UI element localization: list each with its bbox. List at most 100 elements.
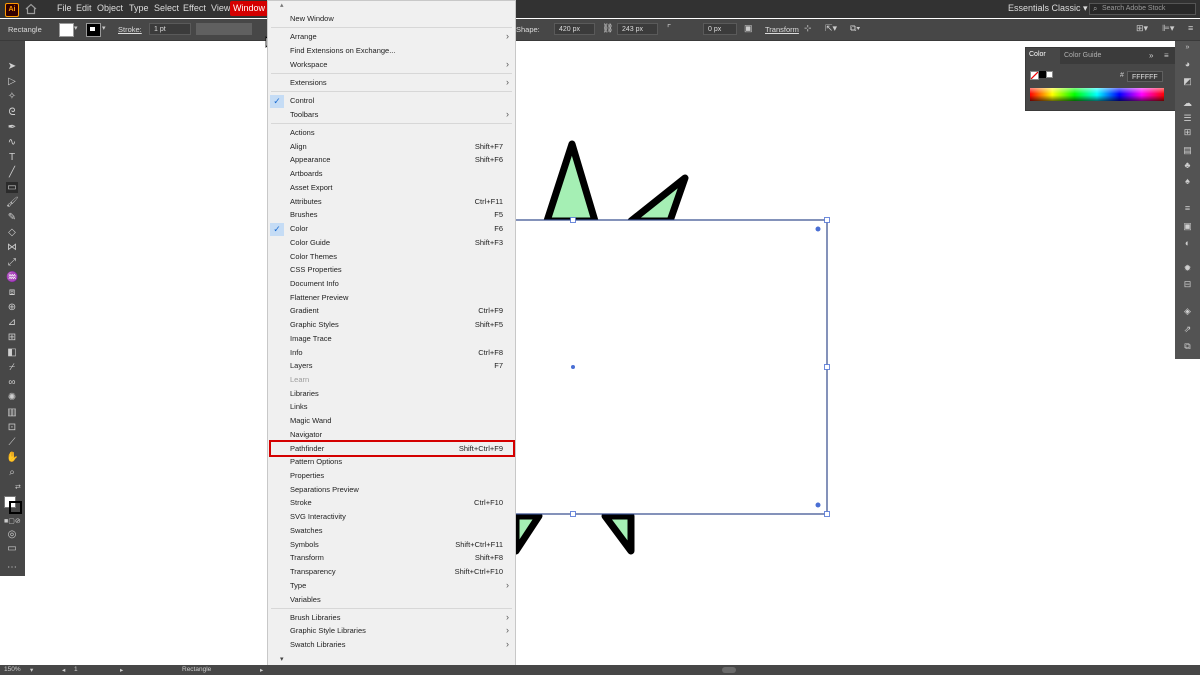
eraser-tool-icon[interactable]: ◇ <box>6 227 18 238</box>
menu-item-transform[interactable]: Transform Shift+F8 <box>268 552 515 565</box>
stroke-weight-field[interactable]: 1 pt <box>149 23 191 35</box>
align-options-icon[interactable]: ⇱▾ <box>825 23 837 34</box>
scale-tool-icon[interactable]: ⤢ <box>6 257 18 268</box>
transform-link[interactable]: Transform <box>765 25 799 34</box>
menu-item-workspace[interactable]: Workspace › <box>268 59 515 72</box>
none-swatch[interactable] <box>1030 71 1039 80</box>
magic-wand-tool-icon[interactable]: ✧ <box>6 91 18 102</box>
white-swatch[interactable] <box>1046 71 1053 78</box>
hex-color-field[interactable]: FFFFFF <box>1127 71 1163 82</box>
menu-item-swatch-libraries[interactable]: Swatch Libraries › <box>268 639 515 652</box>
zoom-dropdown-icon[interactable]: ▾ <box>30 666 33 674</box>
menu-item-brushes[interactable]: Brushes F5 <box>268 209 515 222</box>
tab-color-guide[interactable]: Color Guide <box>1064 52 1101 59</box>
handle-right[interactable] <box>824 364 830 370</box>
artboard-number[interactable]: 1 <box>74 666 78 673</box>
menu-item-color-themes[interactable]: Color Themes <box>268 251 515 264</box>
corner-type-icon[interactable]: ⌜ <box>667 23 671 34</box>
menu-item-arrange[interactable]: Arrange › <box>268 31 515 44</box>
menu-item-color-guide[interactable]: Color Guide Shift+F3 <box>268 237 515 250</box>
menu-item-brush-libraries[interactable]: Brush Libraries › <box>268 612 515 625</box>
menu-item-new-window[interactable]: New Window <box>268 13 515 26</box>
direct-selection-tool-icon[interactable]: ▷ <box>6 76 18 87</box>
stock-search-field[interactable]: ⌕ Search Adobe Stock <box>1089 3 1196 15</box>
menu-item-color[interactable]: ✓ Color F6 <box>268 223 515 237</box>
menu-item-control[interactable]: ✓ Control <box>268 95 515 109</box>
artboard-tool-icon[interactable]: ⊡ <box>6 422 18 433</box>
corner-widget-top[interactable] <box>815 226 821 232</box>
status-arrow-icon[interactable]: ▸ <box>260 666 263 674</box>
menu-item-svg-interactivity[interactable]: SVG Interactivity <box>268 511 515 524</box>
menu-item-css-properties[interactable]: CSS Properties <box>268 264 515 277</box>
menu-edit[interactable]: Edit <box>76 3 92 13</box>
shape-height-field[interactable]: 243 px <box>617 23 658 35</box>
scroll-down-icon[interactable]: ▾ <box>280 655 284 663</box>
artboards-panel-icon[interactable]: ⧉ <box>1182 341 1193 351</box>
control-menu-icon[interactable]: ≡ <box>1188 23 1193 33</box>
properties-panel-icon[interactable]: ☰ <box>1182 113 1193 123</box>
dock-collapse-icon[interactable]: » <box>1182 43 1193 53</box>
column-graph-tool-icon[interactable]: ▥ <box>6 407 18 418</box>
menu-view[interactable]: View <box>211 3 230 13</box>
eyedropper-tool-icon[interactable]: ⌿ <box>6 362 18 373</box>
menu-select[interactable]: Select <box>154 3 179 13</box>
swap-colors-icon[interactable]: ⇄ <box>15 483 21 491</box>
artboard-canvas[interactable] <box>25 36 1175 664</box>
screen-mode-icon[interactable]: ▭ <box>6 543 18 554</box>
libraries-panel-icon[interactable]: ☁ <box>1182 98 1193 108</box>
reflect-tool-icon[interactable]: ⋈ <box>6 242 18 253</box>
corner-radius-field[interactable]: 0 px <box>703 23 737 35</box>
corner-widget-bottom[interactable] <box>815 502 821 508</box>
warp-tool-icon[interactable]: ♒ <box>6 272 18 283</box>
stroke-swatch[interactable] <box>86 23 101 37</box>
panel-menu-icon[interactable]: ≡ <box>1164 51 1169 60</box>
corner-options-icon[interactable]: ▣ <box>744 23 753 34</box>
mesh-tool-icon[interactable]: ⊞ <box>6 332 18 343</box>
menu-item-align[interactable]: Align Shift+F7 <box>268 141 515 154</box>
home-icon[interactable] <box>25 3 37 15</box>
menu-item-magic-wand[interactable]: Magic Wand <box>268 415 515 428</box>
workspace-switcher[interactable]: Essentials Classic ▾ <box>1008 3 1088 14</box>
constrain-proportions-icon[interactable]: ⛓ <box>602 23 613 34</box>
lasso-tool-icon[interactable]: ᘓ <box>6 107 18 118</box>
menu-window[interactable]: Window <box>230 1 268 16</box>
zoom-tool-icon[interactable]: ⌕ <box>6 467 18 478</box>
menu-item-appearance[interactable]: Appearance Shift+F6 <box>268 154 515 167</box>
handle-top[interactable] <box>570 217 576 223</box>
distribute-icon[interactable]: ⊞▾ <box>1136 23 1148 34</box>
rectangle-tool-icon[interactable]: ▭ <box>6 182 18 193</box>
perspective-grid-tool-icon[interactable]: ⊿ <box>6 317 18 328</box>
slice-tool-icon[interactable]: ⟋ <box>6 437 18 448</box>
menu-item-symbols[interactable]: Symbols Shift+Ctrl+F11 <box>268 539 515 552</box>
menu-item-toolbars[interactable]: Toolbars › <box>268 109 515 122</box>
menu-file[interactable]: File <box>57 3 72 13</box>
menu-item-stroke[interactable]: Stroke Ctrl+F10 <box>268 497 515 510</box>
symbol-sprayer-tool-icon[interactable]: ✺ <box>6 392 18 403</box>
menu-item-learn[interactable]: Learn <box>268 374 515 387</box>
horizontal-scrollbar-thumb[interactable] <box>722 667 736 673</box>
menu-item-actions[interactable]: Actions <box>268 127 515 140</box>
fill-swatch[interactable] <box>59 23 74 37</box>
menu-item-artboards[interactable]: Artboards <box>268 168 515 181</box>
color-spectrum[interactable] <box>1030 88 1164 101</box>
gradient-tool-icon[interactable]: ◧ <box>6 347 18 358</box>
pen-tool-icon[interactable]: ✒ <box>6 122 18 133</box>
menu-item-graphic-styles[interactable]: Graphic Styles Shift+F5 <box>268 319 515 332</box>
next-artboard-icon[interactable]: ▸ <box>120 666 123 674</box>
menu-item-document-info[interactable]: Document Info <box>268 278 515 291</box>
menu-item-swatches[interactable]: Swatches <box>268 525 515 538</box>
menu-item-info[interactable]: Info Ctrl+F8 <box>268 347 515 360</box>
handle-bottom[interactable] <box>570 511 576 517</box>
menu-item-flattener-preview[interactable]: Flattener Preview <box>268 292 515 305</box>
shape-builder-tool-icon[interactable]: ⊕ <box>6 302 18 313</box>
menu-item-separations-preview[interactable]: Separations Preview <box>268 484 515 497</box>
menu-item-find-extensions-on-exchange[interactable]: Find Extensions on Exchange... <box>268 45 515 58</box>
edit-toolbar-icon[interactable]: ⋯ <box>6 562 18 573</box>
paintbrush-tool-icon[interactable]: 🖌 <box>6 197 19 208</box>
stroke-panel-icon[interactable]: ≡ <box>1182 203 1193 213</box>
selected-rectangle[interactable] <box>512 219 828 515</box>
fill-dropdown-icon[interactable]: ▾ <box>74 24 78 32</box>
hand-tool-icon[interactable]: ✋ <box>6 452 18 463</box>
blend-tool-icon[interactable]: ∞ <box>6 377 18 388</box>
scroll-up-icon[interactable]: ▴ <box>280 1 284 9</box>
